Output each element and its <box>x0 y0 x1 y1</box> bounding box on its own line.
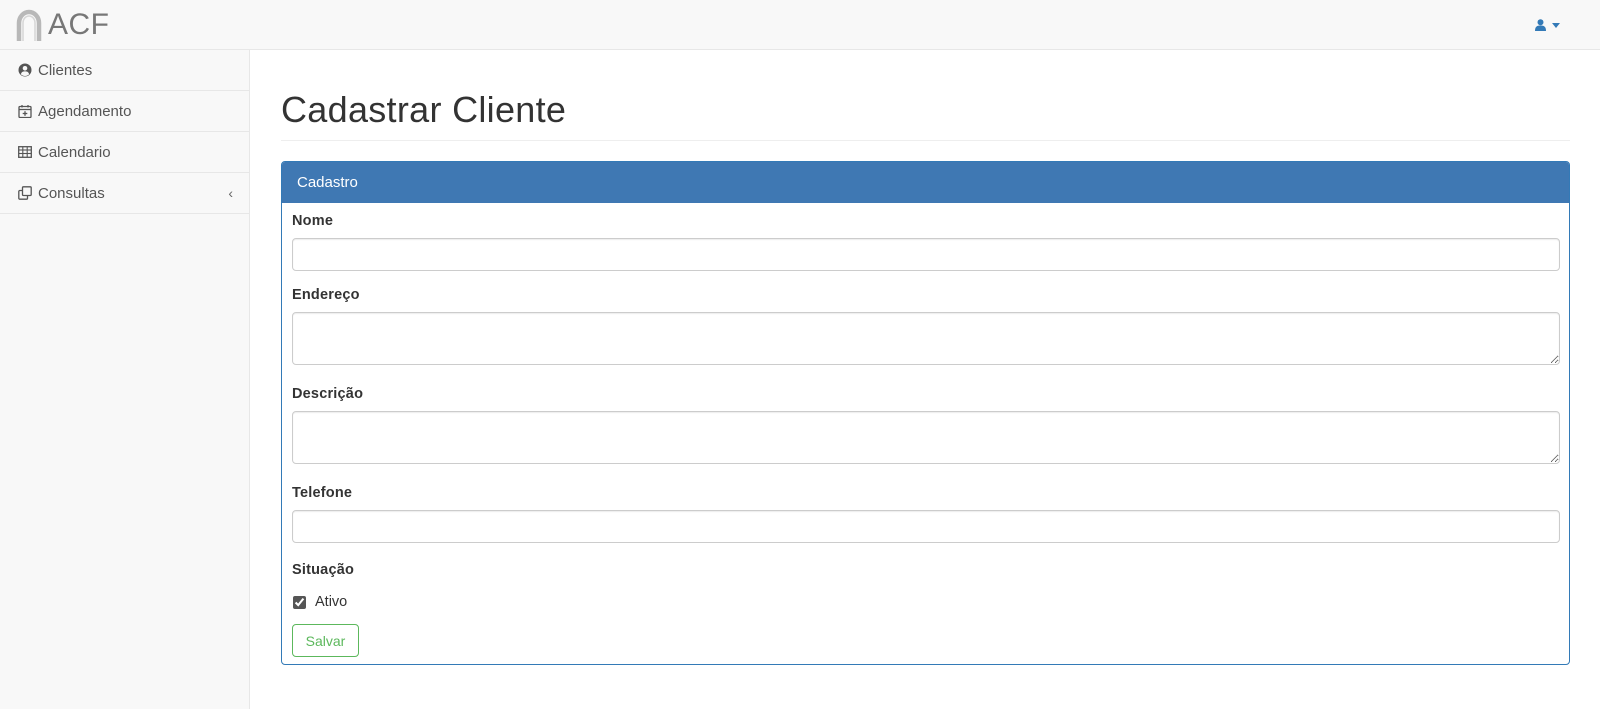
table-icon <box>18 145 32 159</box>
user-icon <box>1535 19 1546 31</box>
telefone-label: Telefone <box>292 485 353 501</box>
top-navbar: ACF <box>0 0 1600 50</box>
chevron-left-icon: ‹ <box>228 185 233 201</box>
sidebar-item-label: Agendamento <box>38 102 132 120</box>
sidebar-item-clientes[interactable]: Clientes <box>0 50 249 91</box>
horseshoe-icon <box>16 9 42 41</box>
sidebar-item-calendario[interactable]: Calendario <box>0 132 249 173</box>
page-header: Cadastrar Cliente <box>281 88 1570 141</box>
cadastro-panel: Cadastro Nome Endereço Descrição Telefon… <box>281 161 1570 665</box>
nome-label: Nome <box>292 213 334 229</box>
telefone-input[interactable] <box>292 510 1560 543</box>
sidebar-item-agendamento[interactable]: Agendamento <box>0 91 249 132</box>
endereco-textarea[interactable] <box>292 312 1560 365</box>
sidebar-item-consultas[interactable]: Consultas ‹ <box>0 173 249 214</box>
sidebar-item-label: Clientes <box>38 61 93 79</box>
form-group-descricao: Descrição <box>292 386 1560 469</box>
ativo-checkbox[interactable] <box>293 595 306 609</box>
form-group-nome: Nome <box>292 213 1560 271</box>
save-button[interactable]: Salvar <box>292 624 359 657</box>
brand-title: ACF <box>48 8 110 41</box>
sidebar: Clientes Agendamento Calendario Consulta… <box>0 50 250 709</box>
panel-heading: Cadastro <box>282 162 1569 203</box>
clone-icon <box>18 186 32 200</box>
situacao-label: Situação <box>292 562 355 578</box>
form-group-telefone: Telefone <box>292 485 1560 543</box>
ativo-checkbox-row: Ativo <box>292 594 1559 610</box>
sidebar-item-label: Calendario <box>38 143 111 161</box>
form-group-situacao: Situação Ativo <box>292 562 1559 610</box>
user-menu-toggle[interactable] <box>1535 14 1560 36</box>
user-circle-icon <box>18 63 32 77</box>
sidebar-item-label: Consultas <box>38 184 105 202</box>
brand[interactable]: ACF <box>14 6 110 44</box>
endereco-label: Endereço <box>292 287 360 303</box>
ativo-label[interactable]: Ativo <box>315 594 347 610</box>
panel-body: Nome Endereço Descrição Telefone Situaçã… <box>282 203 1569 667</box>
page-title: Cadastrar Cliente <box>281 89 567 130</box>
nome-input[interactable] <box>292 238 1560 271</box>
descricao-textarea[interactable] <box>292 411 1560 464</box>
caret-down-icon <box>1552 22 1560 28</box>
descricao-label: Descrição <box>292 386 364 402</box>
form-group-endereco: Endereço <box>292 287 1560 370</box>
main-content: Cadastrar Cliente Cadastro Nome Endereço… <box>281 50 1570 665</box>
calendar-plus-icon <box>18 104 32 118</box>
